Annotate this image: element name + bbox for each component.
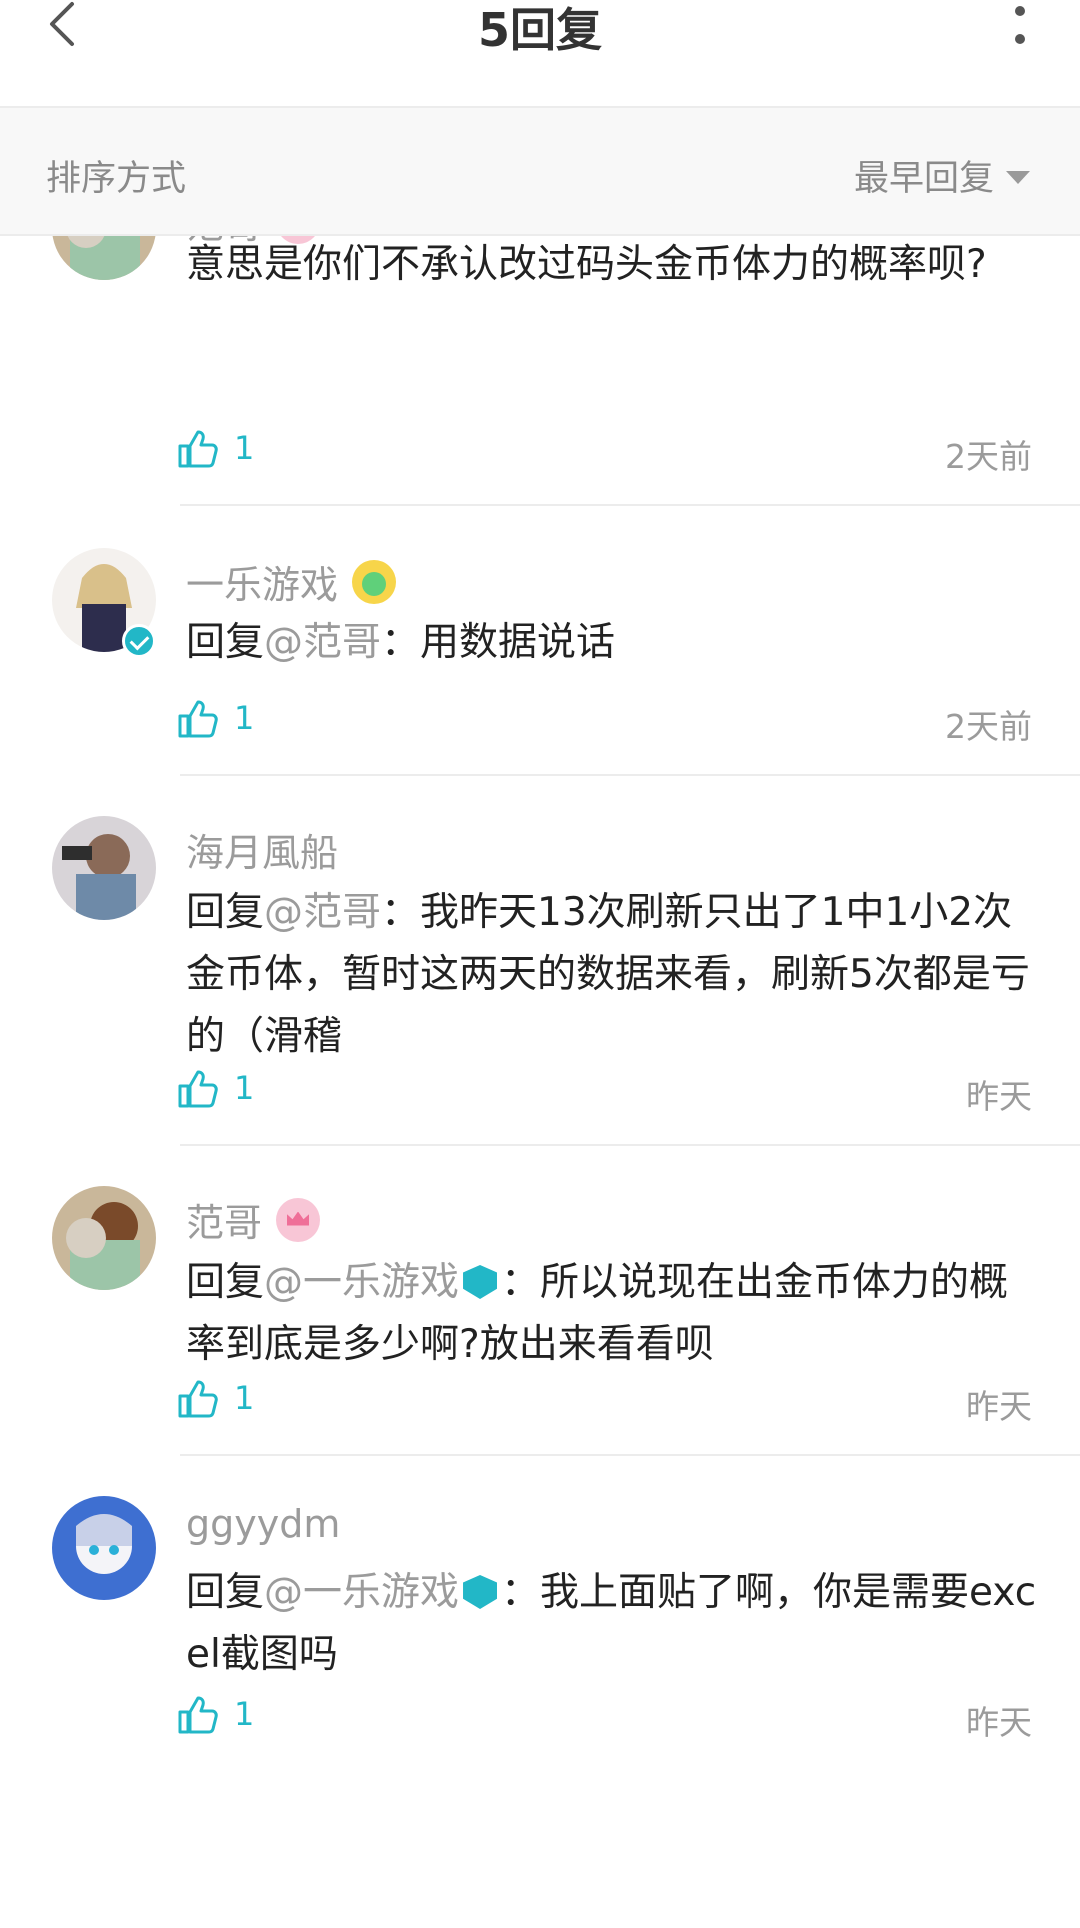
- timestamp: 2天前: [945, 707, 1032, 746]
- divider: [180, 504, 1080, 506]
- like-button[interactable]: 1: [176, 696, 254, 740]
- reply-list[interactable]: 范哥 意思是你们不承认改过码头金币体力的概率呗? 1 2天前 一乐游戏 回复@范…: [0, 236, 1080, 1928]
- comment-text: 回复@范哥：用数据说话: [186, 620, 616, 665]
- avatar[interactable]: [52, 236, 156, 280]
- avatar[interactable]: [52, 816, 156, 920]
- mention-link[interactable]: @一乐游戏: [264, 1260, 459, 1305]
- like-count: 1: [234, 699, 255, 737]
- username[interactable]: 范哥: [186, 1192, 321, 1247]
- avatar-badge-icon: [352, 559, 397, 604]
- timestamp: 昨天: [966, 1077, 1032, 1116]
- username[interactable]: 海月風船: [186, 822, 338, 877]
- mention-link[interactable]: @范哥: [264, 890, 381, 935]
- like-button[interactable]: 1: [176, 1376, 254, 1420]
- like-count: 1: [234, 1069, 255, 1107]
- sort-value: 最早回复: [853, 159, 994, 199]
- more-options-button[interactable]: [1010, 6, 1030, 46]
- comment-text: 回复@一乐游戏 ：我上面贴了啊，你是需要excel截图吗: [186, 1570, 1037, 1677]
- like-count: 1: [234, 1379, 255, 1417]
- verified-badge-icon: [463, 1265, 498, 1299]
- avatar[interactable]: [52, 1496, 156, 1600]
- comment-text: 意思是你们不承认改过码头金币体力的概率呗?: [186, 242, 987, 287]
- like-button[interactable]: 1: [176, 1692, 254, 1736]
- caret-down-icon: [1006, 171, 1030, 184]
- thumbs-up-icon: [178, 1696, 218, 1734]
- verified-badge-icon: [122, 624, 156, 658]
- username[interactable]: ggyydm: [186, 1502, 340, 1546]
- sort-dropdown[interactable]: 最早回复: [854, 150, 1030, 201]
- divider: [180, 774, 1080, 776]
- thumbs-up-icon: [178, 1380, 218, 1418]
- divider: [180, 1144, 1080, 1146]
- page-title: 5回复: [477, 3, 602, 57]
- like-count: 1: [234, 429, 255, 467]
- timestamp: 2天前: [945, 437, 1032, 476]
- like-count: 1: [234, 1695, 255, 1733]
- timestamp: 昨天: [966, 1387, 1032, 1426]
- like-button[interactable]: 1: [176, 426, 254, 470]
- divider: [180, 1454, 1080, 1456]
- thumbs-up-icon: [178, 430, 218, 468]
- mention-link[interactable]: @一乐游戏: [264, 1570, 459, 1615]
- comment-text: 回复@范哥：我昨天13次刷新只出了1中1小2次金币体，暂时这两天的数据来看，刷新…: [186, 890, 1030, 1059]
- thumbs-up-icon: [178, 1070, 218, 1108]
- timestamp: 昨天: [966, 1703, 1032, 1742]
- top-bar: 5回复: [0, 0, 1080, 108]
- like-button[interactable]: 1: [176, 1066, 254, 1110]
- more-vertical-icon: [1015, 6, 1025, 16]
- comment-text: 回复@一乐游戏 ：所以说现在出金币体力的概率到底是多少啊?放出来看看呗: [186, 1260, 1009, 1367]
- thumbs-up-icon: [178, 700, 218, 738]
- verified-badge-icon: [463, 1575, 498, 1609]
- sort-label: 排序方式: [46, 159, 187, 199]
- crown-badge-icon: [276, 1197, 321, 1242]
- username[interactable]: 一乐游戏: [186, 554, 397, 609]
- sort-bar: 排序方式 最早回复: [0, 108, 1080, 236]
- avatar[interactable]: [52, 1186, 156, 1290]
- mention-link[interactable]: @范哥: [264, 620, 381, 665]
